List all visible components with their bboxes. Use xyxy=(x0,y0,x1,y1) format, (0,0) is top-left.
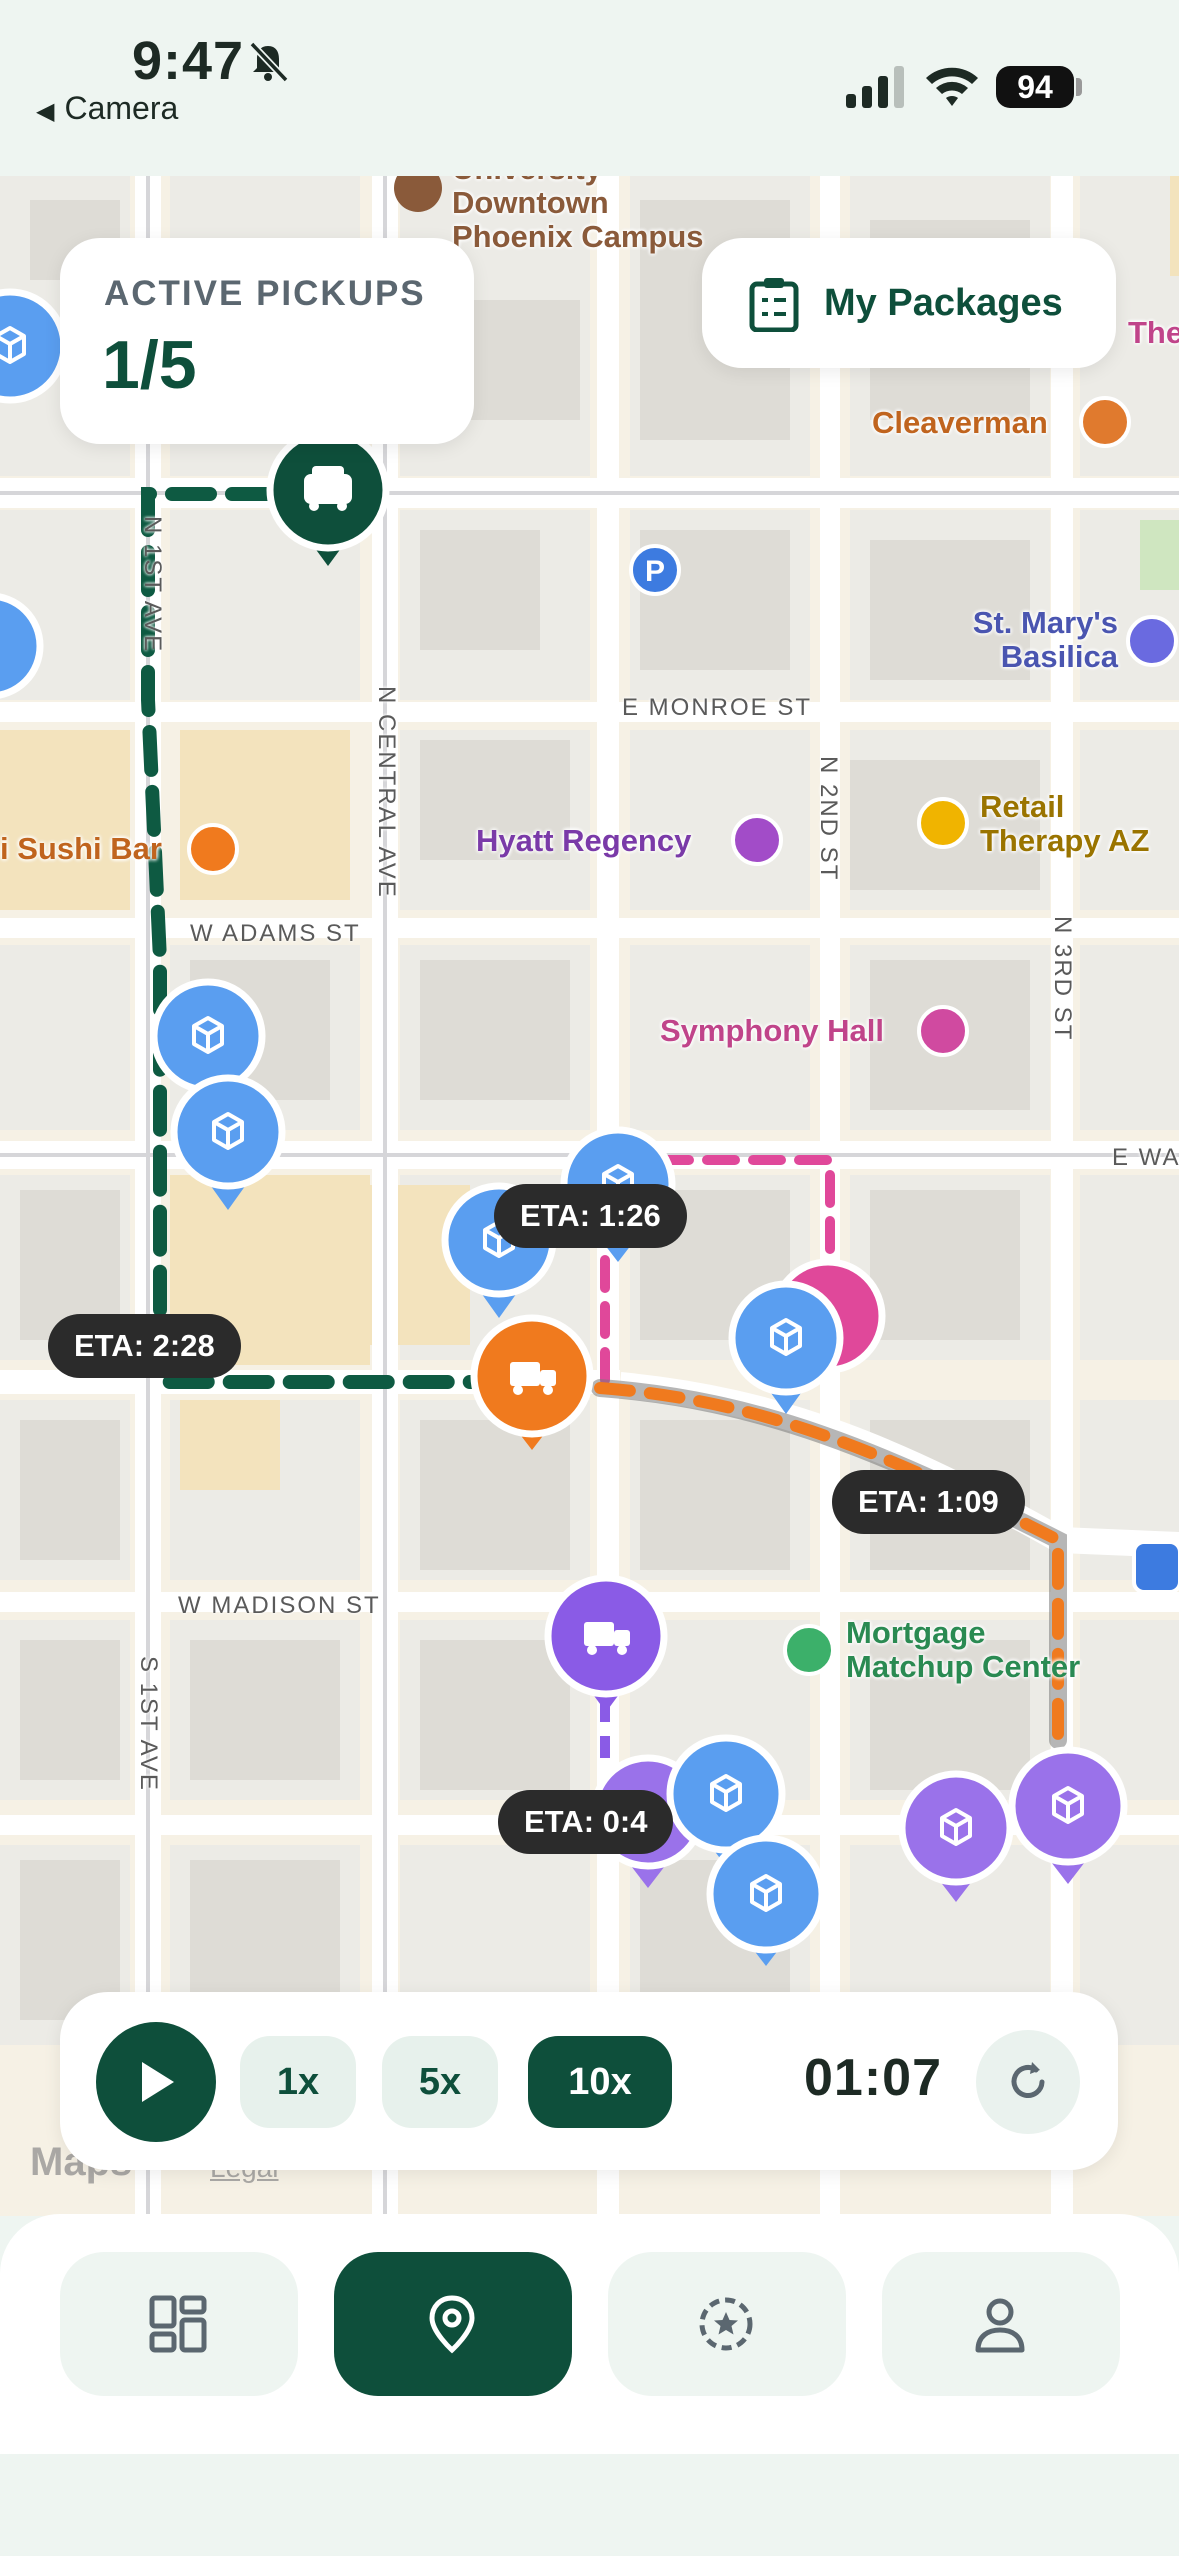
tab-map[interactable] xyxy=(334,2252,572,2396)
svg-text:P: P xyxy=(645,555,665,588)
tab-rewards[interactable] xyxy=(608,2252,846,2396)
tab-bar xyxy=(0,2214,1179,2454)
tab-dashboard[interactable] xyxy=(60,2252,298,2396)
play-icon xyxy=(142,2062,174,2102)
play-button[interactable] xyxy=(96,2022,216,2142)
street-n1st-ave: N 1ST AVE xyxy=(139,516,166,654)
person-icon xyxy=(975,2298,1025,2353)
home-indicator-area xyxy=(0,2454,1179,2556)
active-pickups-label: ACTIVE PICKUPS xyxy=(104,274,426,313)
status-bar: 9:47 ◀ Camera 94 xyxy=(0,0,1179,176)
clipboard-list-icon xyxy=(749,278,799,332)
reset-button[interactable] xyxy=(976,2030,1080,2134)
wifi-icon xyxy=(926,67,978,106)
venue-icon xyxy=(783,1624,835,1676)
street-w-adams: W ADAMS ST xyxy=(190,920,361,947)
poi-mortgage[interactable]: Mortgage Matchup Center xyxy=(846,1616,1080,1684)
playback-controls: 1x 5x 10x 01:07 xyxy=(60,1992,1118,2170)
eta-label: ETA: 1:09 xyxy=(832,1470,1025,1534)
battery-cap xyxy=(1076,78,1082,96)
back-app-label: Camera xyxy=(64,90,179,126)
speed-1x-button[interactable]: 1x xyxy=(240,2036,356,2128)
status-time: 9:47 xyxy=(132,31,245,91)
dashboard-icon xyxy=(149,2295,207,2353)
active-pickups-card: ACTIVE PICKUPS 1/5 xyxy=(60,238,474,444)
sushi-icon xyxy=(187,823,239,875)
star-badge-icon xyxy=(699,2297,753,2351)
poi-university[interactable]: University Downtown Phoenix Campus xyxy=(452,176,704,254)
music-icon xyxy=(917,1005,969,1057)
eta-label: ETA: 1:26 xyxy=(494,1184,687,1248)
poi-cleaverman[interactable]: Cleaverman xyxy=(872,406,1048,440)
my-packages-label: My Packages xyxy=(824,282,1063,324)
street-e-wa: E WA xyxy=(1112,1144,1179,1171)
cellular-signal-icon xyxy=(846,66,904,108)
my-packages-button[interactable]: My Packages xyxy=(702,238,1116,368)
active-pickups-value: 1/5 xyxy=(102,327,197,403)
map-view[interactable]: P Downtown Phoenix Campus Cleaverman The… xyxy=(0,176,1179,2216)
street-n-2nd: N 2ND ST xyxy=(815,756,842,882)
eta-label: ETA: 0:4 xyxy=(498,1790,674,1854)
church-icon xyxy=(1126,615,1178,667)
refresh-icon xyxy=(1011,2062,1045,2098)
park-area xyxy=(1140,520,1179,590)
poi-symphony[interactable]: Symphony Hall xyxy=(660,1014,884,1048)
back-arrow-icon: ◀ xyxy=(36,98,55,125)
poi-retail[interactable]: Retail Therapy AZ xyxy=(980,790,1149,858)
street-s-1st: S 1ST AVE xyxy=(135,1656,162,1792)
restaurant-icon xyxy=(1079,396,1131,448)
street-n-central-ave: N CENTRAL AVE xyxy=(373,686,400,899)
eta-label: ETA: 2:28 xyxy=(48,1314,241,1378)
transit-icon xyxy=(1132,1540,1179,1594)
speed-5x-button[interactable]: 5x xyxy=(382,2036,498,2128)
shopping-icon xyxy=(917,797,969,849)
playback-timer: 01:07 xyxy=(804,2049,942,2107)
street-e-monroe: E MONROE ST xyxy=(622,694,813,721)
street-w-madison: W MADISON ST xyxy=(178,1592,381,1619)
street-n-3rd: N 3RD ST xyxy=(1049,916,1076,1042)
back-to-app-link[interactable]: ◀ Camera xyxy=(36,90,178,127)
bell-muted-icon xyxy=(249,41,289,83)
poi-hyatt[interactable]: Hyatt Regency xyxy=(476,824,691,858)
poi-st-marys[interactable]: St. Mary's Basilica xyxy=(948,606,1118,674)
location-pin-icon xyxy=(429,2295,475,2354)
poi-the[interactable]: The xyxy=(1128,316,1179,350)
hotel-icon xyxy=(731,814,783,866)
speed-10x-button[interactable]: 10x xyxy=(528,2036,672,2128)
battery-indicator: 94 xyxy=(996,66,1074,108)
poi-sushi[interactable]: i Sushi Bar xyxy=(0,832,162,866)
tab-profile[interactable] xyxy=(882,2252,1120,2396)
